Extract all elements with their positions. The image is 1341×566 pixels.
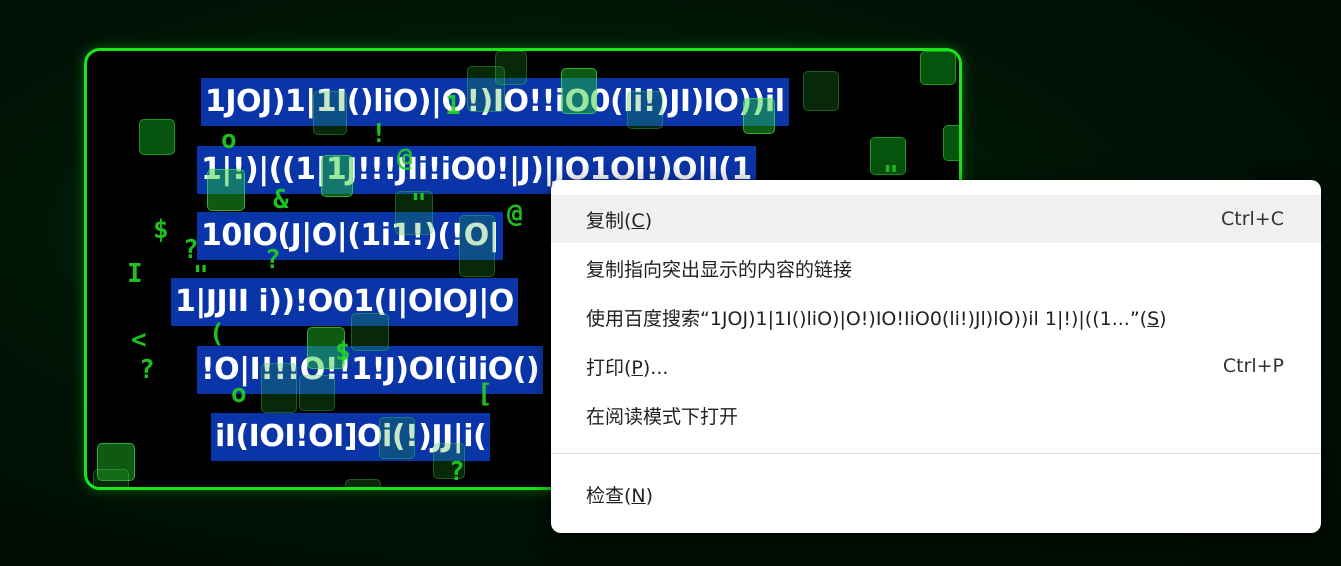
falling-glyph: 1 xyxy=(445,91,461,121)
falling-square xyxy=(261,363,297,413)
falling-square xyxy=(920,51,956,85)
menu-item-label: 复制(C) xyxy=(586,209,653,232)
falling-square xyxy=(743,98,775,134)
falling-glyph: o xyxy=(231,379,247,409)
falling-glyph: < xyxy=(131,325,147,355)
falling-square xyxy=(351,313,389,351)
falling-square xyxy=(943,125,959,161)
menu-item-copy-link-to-highlight[interactable]: 复制指向突出显示的内容的链接 xyxy=(551,244,1321,292)
falling-square xyxy=(299,375,335,411)
menu-item-shortcut: Ctrl+C xyxy=(1221,208,1284,230)
falling-glyph: o xyxy=(221,125,237,155)
falling-glyph: ? xyxy=(449,457,465,487)
menu-item-print[interactable]: 打印(P)... Ctrl+P xyxy=(551,342,1321,390)
menu-item-inspect[interactable]: 检查(N) xyxy=(551,470,1321,518)
falling-glyph: $ xyxy=(335,337,351,367)
falling-square xyxy=(379,417,415,459)
context-menu[interactable]: 复制(C) Ctrl+C 复制指向突出显示的内容的链接 使用百度搜索“1JOJ)… xyxy=(551,180,1321,533)
falling-glyph: " xyxy=(411,189,427,219)
menu-item-copy[interactable]: 复制(C) Ctrl+C xyxy=(551,195,1321,243)
menu-separator xyxy=(551,453,1321,454)
menu-item-shortcut: Ctrl+P xyxy=(1222,355,1284,377)
falling-glyph: ? xyxy=(265,245,281,275)
falling-glyph: @ xyxy=(507,199,523,229)
falling-glyph: $ xyxy=(153,215,169,245)
falling-glyph: " xyxy=(193,261,209,291)
falling-square xyxy=(93,469,129,487)
falling-square xyxy=(627,91,663,129)
falling-square xyxy=(459,215,495,277)
falling-square xyxy=(207,169,245,211)
falling-glyph: I xyxy=(127,259,143,289)
falling-square xyxy=(495,51,527,85)
falling-square xyxy=(139,119,175,155)
falling-square xyxy=(345,479,381,487)
menu-item-label: 复制指向突出显示的内容的链接 xyxy=(586,258,853,281)
selected-text-line[interactable]: 10IO(J|O|(1i1!)(!O| xyxy=(197,212,504,260)
falling-square xyxy=(803,71,839,111)
falling-glyph: & xyxy=(273,185,289,215)
falling-square xyxy=(321,155,353,197)
menu-item-search-baidu[interactable]: 使用百度搜索“1JOJ)1|1I()liO)|O!)IO!IiO0(li!)Jl… xyxy=(551,293,1321,341)
menu-item-label: 打印(P)... xyxy=(586,356,669,379)
falling-square xyxy=(313,91,347,135)
falling-glyph: @ xyxy=(397,143,413,173)
menu-item-label: 在阅读模式下打开 xyxy=(586,405,739,428)
falling-glyph: ? xyxy=(183,235,199,265)
menu-item-label: 使用百度搜索“1JOJ)1|1I()liO)|O!)IO!IiO0(li!)Jl… xyxy=(586,307,1167,330)
menu-item-label: 检查(N) xyxy=(586,484,654,507)
falling-glyph: ! xyxy=(371,119,387,149)
falling-glyph: [ xyxy=(477,379,493,409)
falling-glyph: ? xyxy=(139,355,155,385)
menu-item-open-reading-mode[interactable]: 在阅读模式下打开 xyxy=(551,391,1321,439)
falling-square xyxy=(561,68,597,114)
falling-glyph: ( xyxy=(209,319,225,349)
